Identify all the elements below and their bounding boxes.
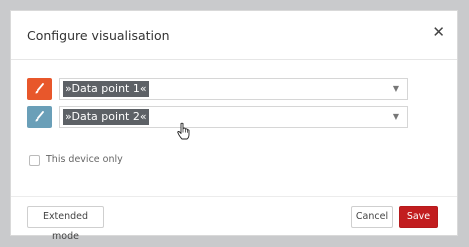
data-point-select-1[interactable]: »Data point 1« ▼ bbox=[59, 78, 408, 100]
chevron-down-icon: ▼ bbox=[392, 84, 399, 93]
configure-visualisation-dialog: Configure visualisation ✕ »Data point 1«… bbox=[10, 10, 458, 242]
device-only-checkbox[interactable] bbox=[29, 155, 40, 166]
dialog-header: Configure visualisation ✕ bbox=[11, 11, 457, 60]
color-picker-button-2[interactable] bbox=[27, 106, 52, 128]
dialog-title: Configure visualisation bbox=[27, 28, 170, 43]
device-only-label: This device only bbox=[46, 154, 123, 165]
chevron-down-icon: ▼ bbox=[392, 112, 399, 121]
data-point-value: »Data point 2« bbox=[63, 109, 149, 125]
cancel-button[interactable]: Cancel bbox=[351, 206, 393, 228]
footer-divider bbox=[11, 196, 457, 197]
brush-icon bbox=[35, 111, 44, 122]
data-point-value: »Data point 1« bbox=[63, 81, 149, 97]
extended-mode-button[interactable]: Extended mode bbox=[27, 206, 104, 242]
close-icon[interactable]: ✕ bbox=[432, 25, 445, 40]
save-button[interactable]: Save bbox=[399, 206, 438, 228]
hand-cursor-icon bbox=[177, 122, 190, 140]
brush-icon bbox=[35, 83, 44, 94]
color-picker-button-1[interactable] bbox=[27, 78, 52, 100]
data-point-select-2[interactable]: »Data point 2« ▼ bbox=[59, 106, 408, 128]
